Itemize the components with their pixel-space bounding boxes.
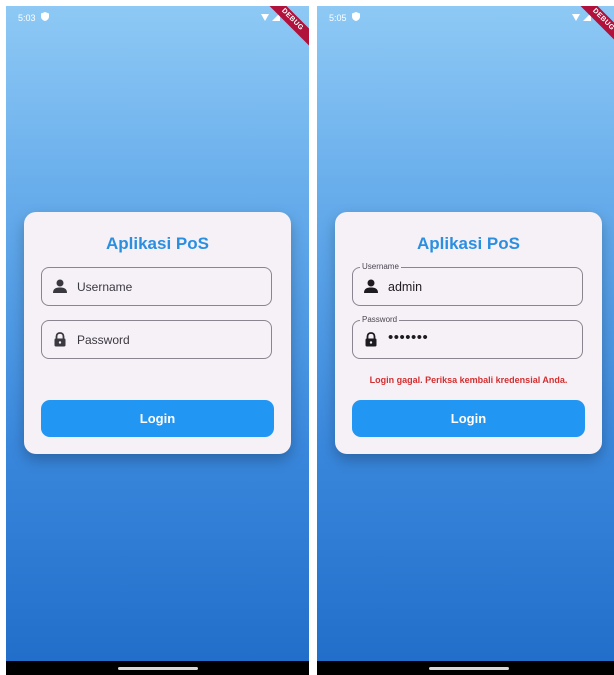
wifi-icon xyxy=(261,14,269,21)
person-icon xyxy=(364,279,378,293)
username-field[interactable]: Username admin xyxy=(352,262,583,306)
login-screen-empty: 5:03 DEBUG Aplikasi PoS Username Passwor… xyxy=(6,6,309,675)
login-screen-error: 5:05 DEBUG Aplikasi PoS Username admin P… xyxy=(317,6,614,675)
app-title: Aplikasi PoS xyxy=(417,234,520,253)
password-placeholder: Password xyxy=(77,333,130,347)
password-field[interactable]: Password ••••••• xyxy=(352,315,583,359)
lock-icon xyxy=(365,332,377,347)
status-time: 5:05 xyxy=(329,13,347,23)
password-value: ••••••• xyxy=(388,329,429,346)
password-label: Password xyxy=(360,315,400,325)
shield-icon xyxy=(41,12,49,21)
status-bar: 5:03 DEBUG xyxy=(6,6,309,52)
password-field[interactable]: Password xyxy=(41,320,272,359)
shield-icon xyxy=(352,12,360,21)
lock-icon xyxy=(54,332,66,347)
wifi-icon xyxy=(572,14,580,21)
login-button[interactable]: Login xyxy=(352,400,585,437)
username-field[interactable]: Username xyxy=(41,267,272,306)
username-placeholder: Username xyxy=(77,280,133,294)
navigation-bar xyxy=(6,661,309,675)
navigation-bar xyxy=(317,661,614,675)
username-value: admin xyxy=(388,280,423,294)
home-handle[interactable] xyxy=(117,667,198,670)
home-handle[interactable] xyxy=(428,667,509,670)
person-icon xyxy=(53,279,67,293)
login-card: Aplikasi PoS Username Password Login xyxy=(24,212,291,454)
username-label: Username xyxy=(360,262,401,272)
app-title: Aplikasi PoS xyxy=(106,234,209,253)
error-message: Login gagal. Periksa kembali kredensial … xyxy=(369,375,568,385)
status-bar: 5:05 DEBUG xyxy=(317,6,614,52)
login-button[interactable]: Login xyxy=(41,400,274,437)
login-card: Aplikasi PoS Username admin Password •••… xyxy=(335,212,602,454)
status-time: 5:03 xyxy=(18,13,36,23)
